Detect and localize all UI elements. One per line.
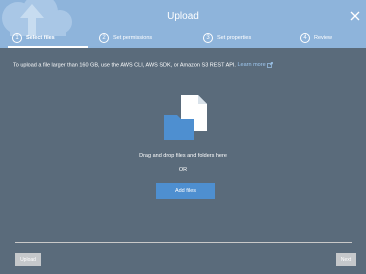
step-number: 1 (12, 33, 22, 43)
next-button[interactable]: Next (336, 253, 356, 266)
add-files-button[interactable]: Add files (156, 183, 215, 199)
step-set-permissions[interactable]: 2 Set permissions (99, 30, 152, 46)
step-number: 2 (99, 33, 109, 43)
step-number: 4 (300, 33, 310, 43)
upload-button[interactable]: Upload (15, 253, 41, 266)
step-label: Select files (26, 35, 55, 41)
active-step-indicator (8, 46, 88, 48)
external-link-icon (267, 62, 274, 68)
or-text: OR (178, 167, 188, 173)
dialog-title: Upload (167, 11, 199, 22)
folder-file-icon (164, 95, 207, 140)
dialog-header: Upload 1 Select files 2 Set permissions … (0, 0, 366, 48)
step-label: Review (314, 35, 333, 41)
step-select-files[interactable]: 1 Select files (12, 30, 55, 46)
step-label: Set properties (217, 35, 252, 41)
close-icon[interactable] (348, 9, 362, 23)
wizard-steps: 1 Select files 2 Set permissions 3 Set p… (0, 30, 366, 46)
drag-drop-text: Drag and drop files and folders here (139, 153, 227, 159)
step-label: Set permissions (113, 35, 153, 41)
learn-more-link[interactable]: Learn more (238, 62, 274, 68)
step-review[interactable]: 4 Review (300, 30, 332, 46)
step-number: 3 (203, 33, 213, 43)
upload-dialog: Upload 1 Select files 2 Set permissions … (0, 0, 366, 274)
footer-divider (15, 242, 352, 243)
step-set-properties[interactable]: 3 Set properties (203, 30, 251, 46)
info-text: To upload a file larger than 160 GB, use… (13, 62, 236, 69)
learn-more-label: Learn more (237, 62, 266, 69)
upload-info-text: To upload a file larger than 160 GB, use… (13, 62, 274, 69)
